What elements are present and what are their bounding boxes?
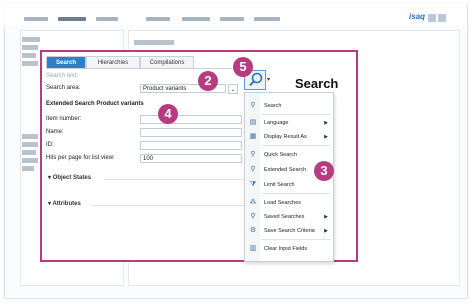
left-panel-line xyxy=(22,37,40,42)
submenu-arrow-icon: ▶ xyxy=(324,134,328,140)
left-panel-line xyxy=(22,158,38,163)
menu-item-label: Language xyxy=(264,120,289,126)
nav-item-4[interactable] xyxy=(146,17,170,21)
left-panel-line xyxy=(22,142,38,147)
callout-badge-2: 2 xyxy=(198,71,218,91)
menu-separator xyxy=(261,239,331,240)
submenu-arrow-icon: ▶ xyxy=(324,228,328,234)
search-icon: ⚲ xyxy=(250,151,256,158)
id-field[interactable] xyxy=(140,141,242,150)
menu-item-label: Saved Searches xyxy=(264,214,305,220)
search-panel-title: Search xyxy=(295,76,339,91)
save-icon: ⚙ xyxy=(249,227,257,234)
language-icon: ▤ xyxy=(249,119,257,126)
name-field[interactable] xyxy=(140,128,242,137)
item-number-label: Item number: xyxy=(46,116,82,122)
callout-badge-4: 4 xyxy=(158,104,178,124)
menu-item-load-searches[interactable]: ⁂ Load Searches xyxy=(245,197,333,209)
left-panel-line xyxy=(22,45,38,50)
section-divider xyxy=(104,179,244,180)
hits-per-page-field[interactable]: 100 xyxy=(140,154,242,163)
section-divider xyxy=(92,205,244,206)
menu-item-label: Extended Search xyxy=(264,167,307,173)
search-area-label: Search area: xyxy=(46,85,81,91)
menu-item-limit-search[interactable]: ⧩ Limit Search xyxy=(245,179,333,191)
brand-logo: isaq xyxy=(409,12,426,21)
search-icon: ⚲ xyxy=(250,102,256,109)
nav-item-6[interactable] xyxy=(220,17,244,21)
menu-item-saved-searches[interactable]: ⚲ Saved Searches ▶ xyxy=(245,211,333,223)
hits-per-page-label: Hits per page for list view: xyxy=(46,155,115,161)
menu-separator xyxy=(261,114,331,115)
object-states-label: Object States xyxy=(52,175,92,181)
menu-item-quick-search[interactable]: ⚲ Quick Search xyxy=(245,149,333,161)
nav-item-1[interactable] xyxy=(24,17,48,21)
nav-item-3[interactable] xyxy=(96,17,118,21)
menu-item-save-search-criteria[interactable]: ⚙ Save Search Criteria ▶ xyxy=(245,225,333,237)
search-icon: ⚲ xyxy=(250,213,256,220)
object-states-section[interactable]: ▾ Object States xyxy=(48,174,91,181)
id-label: ID: xyxy=(46,142,54,148)
left-panel-line xyxy=(22,134,38,139)
menu-item-clear-input-fields[interactable]: ▥ Clear Input Fields xyxy=(245,243,333,255)
menu-item-label: Quick Search xyxy=(264,152,298,158)
left-panel-line xyxy=(22,53,36,58)
attributes-label: Attributes xyxy=(52,201,81,207)
menu-separator xyxy=(261,193,331,194)
menu-item-label: Clear Input Fields xyxy=(264,246,308,252)
nav-item-7[interactable] xyxy=(254,17,280,21)
display-icon: ▦ xyxy=(249,133,257,140)
right-panel-line xyxy=(134,40,174,45)
limit-icon: ⧩ xyxy=(249,181,257,188)
menu-item-label: Limit Search xyxy=(264,182,295,188)
nav-item-5[interactable] xyxy=(182,17,210,21)
menu-item-label: Search xyxy=(264,103,282,109)
menu-item-label: Display Result As xyxy=(264,134,307,140)
left-panel-line xyxy=(22,166,34,171)
nav-item-2[interactable] xyxy=(58,17,86,21)
load-icon: ⁂ xyxy=(249,199,257,206)
menu-item-display-result-as[interactable]: ▦ Display Result As ▶ xyxy=(245,131,333,143)
menu-separator xyxy=(261,145,331,146)
menu-item-search[interactable]: ⚲ Search xyxy=(245,100,333,112)
submenu-arrow-icon: ▶ xyxy=(324,120,328,126)
attributes-section[interactable]: ▾ Attributes xyxy=(48,200,81,207)
window-icon-2[interactable] xyxy=(438,14,446,22)
callout-badge-3: 3 xyxy=(314,161,334,181)
tab-divider xyxy=(46,68,232,69)
menu-item-label: Load Searches xyxy=(264,200,301,206)
menu-item-language[interactable]: ▤ Language ▶ xyxy=(245,117,333,129)
submenu-arrow-icon: ▶ xyxy=(324,214,328,220)
search-menu-arrow-icon[interactable]: ▾ xyxy=(267,76,270,83)
window-icon-1[interactable] xyxy=(428,14,436,22)
left-panel-line xyxy=(22,150,36,155)
menu-item-label: Save Search Criteria xyxy=(264,228,315,234)
name-label: Name: xyxy=(46,129,64,135)
search-text-label: Search text: xyxy=(46,73,79,79)
callout-badge-5: 5 xyxy=(233,57,253,77)
extended-search-icon: ⚲ xyxy=(250,166,256,173)
extended-search-heading: Extended Search Product variants xyxy=(46,101,144,107)
search-area-dropdown-button[interactable]: ⌄ xyxy=(228,84,238,94)
clear-icon: ▥ xyxy=(249,245,257,252)
item-number-field[interactable] xyxy=(140,115,242,124)
top-navigation-bar: isaq xyxy=(4,4,466,26)
left-panel-line xyxy=(22,61,38,66)
